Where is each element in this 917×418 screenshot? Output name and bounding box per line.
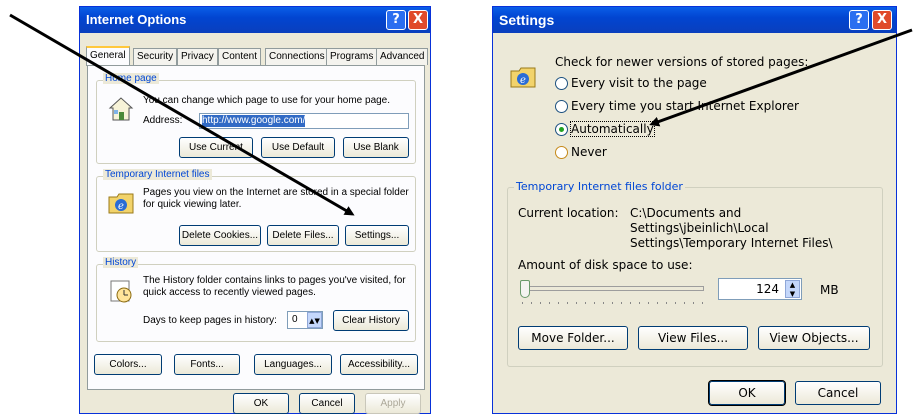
address-value: http://www.google.com/ [202,115,306,127]
check-newer-label: Check for newer versions of stored pages… [555,55,809,69]
radio-every-visit-label[interactable]: Every visit to the page [571,76,707,90]
days-to-keep-value: 0 [292,314,298,325]
settings-close-icon[interactable]: X [872,10,892,30]
internet-options-titlebar-main[interactable]: Internet Options [80,7,430,33]
radio-never[interactable] [555,146,568,159]
radio-automatically[interactable] [555,123,568,136]
tab-general[interactable]: General [86,46,130,66]
current-location-line1: C:\Documents and [630,206,742,220]
apply-button[interactable]: Apply [365,393,421,414]
disk-space-input[interactable]: 124 ▲ ▼ [718,278,802,300]
current-location-label: Current location: [518,206,619,220]
temp-files-group-label: Temporary Internet files [103,169,212,180]
history-description: The History folder contains links to pag… [143,275,406,298]
slider-thumb[interactable] [520,280,530,298]
accessibility-button[interactable]: Accessibility... [340,354,418,375]
languages-button[interactable]: Languages... [254,354,332,375]
help-icon[interactable]: ? [386,10,406,30]
days-to-keep-label: Days to keep pages in history: [143,315,277,326]
view-files-button[interactable]: View Files... [638,326,748,350]
temp-folder-group: Temporary Internet files folder Current … [507,180,883,367]
history-group-label: History [103,257,139,268]
use-blank-button[interactable]: Use Blank [343,137,409,158]
slider-ticks [522,302,704,304]
radio-every-start-label[interactable]: Every time you start Internet Explorer [571,99,799,113]
disk-space-value: 124 [756,282,779,296]
ie-folder-icon: e [510,67,536,88]
settings-title: Settings [499,12,555,28]
tab-content[interactable]: Content [218,48,262,65]
address-label: Address: [143,115,183,126]
ok-button[interactable]: OK [233,393,289,414]
delete-cookies-button[interactable]: Delete Cookies... [179,225,261,246]
days-spin-icon[interactable]: ▲▼ [307,312,322,328]
use-default-button[interactable]: Use Default [261,137,335,158]
disk-space-slider[interactable] [518,280,704,304]
history-group: History The History folder contains link… [96,257,416,342]
slider-track [522,286,704,291]
home-page-description: You can change which page to use for you… [143,95,391,106]
address-input[interactable]: http://www.google.com/ [199,113,409,129]
fonts-button[interactable]: Fonts... [174,354,240,375]
view-objects-button[interactable]: View Objects... [758,326,870,350]
tab-advanced[interactable]: Advanced [376,48,429,65]
radio-every-visit[interactable] [555,77,568,90]
tab-privacy[interactable]: Privacy [177,48,218,65]
settings-ok-button[interactable]: OK [708,380,786,406]
days-to-keep-input[interactable]: 0 ▲▼ [287,311,323,329]
use-current-button[interactable]: Use Current [179,137,253,158]
settings-cancel-button[interactable]: Cancel [795,381,881,405]
radio-automatically-label[interactable]: Automatically [570,121,655,137]
svg-text:e: e [118,201,124,212]
history-icon [110,280,132,303]
settings-titlebar[interactable]: Settings [493,7,896,33]
temp-files-description: Pages you view on the Internet are store… [143,187,409,210]
home-page-group: Home page You can change which page to u… [96,73,416,164]
tab-programs[interactable]: Programs [326,48,378,65]
radio-never-label[interactable]: Never [571,145,607,159]
close-icon[interactable]: X [408,10,428,30]
settings-dialog: Settings ? X e Check for newer versions … [492,6,897,414]
radio-every-start[interactable] [555,100,568,113]
delete-files-button[interactable]: Delete Files... [267,225,339,246]
disk-spin-icon[interactable]: ▲ ▼ [785,280,800,298]
move-folder-button[interactable]: Move Folder... [518,326,628,350]
home-page-group-label: Home page [103,73,159,84]
clear-history-button[interactable]: Clear History [333,310,409,331]
cancel-button[interactable]: Cancel [299,393,355,414]
temp-files-group: Temporary Internet files e Pages you vie… [96,169,416,252]
temp-folder-group-label: Temporary Internet files folder [514,180,685,193]
general-tab-panel: Home page You can change which page to u… [87,65,425,390]
tab-security[interactable]: Security [133,48,178,65]
current-location-line3: Settings\Temporary Internet Files\ [630,236,833,250]
colors-button[interactable]: Colors... [94,354,162,375]
home-icon [108,97,134,121]
disk-space-unit: MB [820,283,839,297]
ie-folder-icon: e [108,193,134,214]
current-location-line2: Settings\jbeinlich\Local [630,221,769,235]
tab-connections[interactable]: Connections [265,48,329,65]
settings-help-icon[interactable]: ? [849,10,869,30]
disk-space-label: Amount of disk space to use: [518,258,693,272]
svg-text:e: e [520,75,526,86]
internet-options-title-main: Internet Options [86,12,187,27]
settings-button[interactable]: Settings... [345,225,409,246]
internet-options-window: Internet Options ? X General Security Pr… [79,6,431,414]
